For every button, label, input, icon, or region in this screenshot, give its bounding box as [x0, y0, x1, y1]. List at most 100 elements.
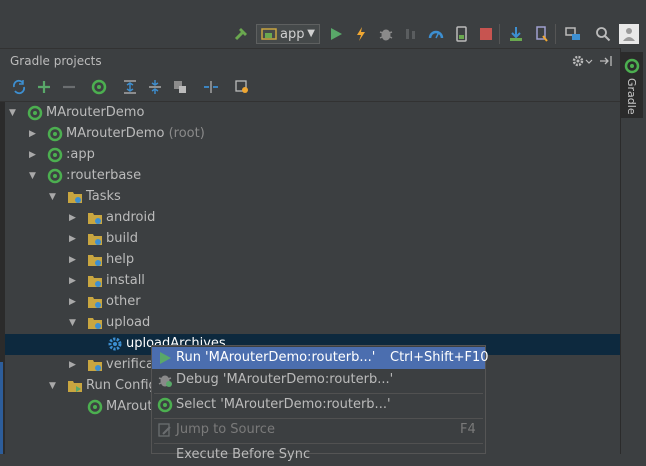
tree-row-project-root[interactable]: ▼ MArouterDemo — [5, 103, 620, 124]
execute-task-icon[interactable] — [90, 78, 108, 96]
tree-row-task-group[interactable]: ▶ help — [5, 250, 620, 271]
collapsed-arrow-icon[interactable]: ▶ — [69, 234, 79, 244]
run-icon — [157, 350, 173, 366]
gradle-module-icon — [47, 147, 63, 163]
gradle-run-icon — [87, 399, 103, 415]
tree-row-suffix: (root) — [168, 126, 205, 141]
gradle-tab-label: Gradle — [625, 78, 638, 115]
collapse-all-icon[interactable] — [146, 78, 164, 96]
collapsed-arrow-icon[interactable]: ▶ — [69, 276, 79, 286]
apply-changes-icon[interactable] — [352, 25, 370, 43]
task-folder-icon — [87, 357, 103, 373]
task-folder-icon — [87, 294, 103, 310]
context-menu: Run 'MArouterDemo:routerb...' Ctrl+Shift… — [151, 345, 489, 462]
menu-item-shortcut: Ctrl+Shift+F10 — [390, 350, 489, 365]
menu-item-select[interactable]: Select 'MArouterDemo:routerb...' — [152, 394, 485, 416]
tree-row-label: build — [106, 231, 138, 246]
tree-row-label: MArouterDemo — [66, 126, 165, 141]
menu-item-shortcut: F4 — [460, 422, 476, 437]
run-config-select[interactable]: app ▼ — [256, 24, 320, 44]
refresh-icon[interactable] — [10, 78, 28, 96]
user-icon[interactable] — [619, 24, 639, 44]
gradle-tool-tab[interactable]: Gradle — [621, 52, 643, 118]
tree-row-task-group[interactable]: ▶ install — [5, 271, 620, 292]
edit-source-icon — [157, 422, 173, 438]
run-config-icon — [261, 27, 277, 45]
task-folder-icon — [87, 231, 103, 247]
gradle-panel-toolbar — [0, 73, 620, 102]
expanded-arrow-icon[interactable]: ▼ — [29, 171, 39, 181]
gear-icon[interactable] — [571, 53, 593, 73]
tree-row-module[interactable]: ▶ :app — [5, 145, 620, 166]
gradle-module-icon — [27, 105, 43, 121]
menu-item-label: Run 'MArouterDemo:routerb...' — [176, 350, 376, 365]
tree-row-task-group[interactable]: ▶ android — [5, 208, 620, 229]
hammer-icon[interactable] — [233, 25, 251, 43]
device-icon[interactable] — [452, 25, 470, 43]
tree-row-label: Run Config — [86, 378, 157, 393]
menu-item-label: Debug 'MArouterDemo:routerb...' — [176, 372, 394, 387]
project-structure-icon[interactable] — [564, 25, 582, 43]
menu-item-debug[interactable]: Debug 'MArouterDemo:routerb...' — [152, 369, 485, 391]
stop-icon[interactable] — [477, 25, 495, 43]
sdk-manager-icon[interactable] — [507, 25, 525, 43]
toolbar-separator — [499, 24, 500, 44]
tree-row-label: :app — [66, 147, 95, 162]
task-gear-icon — [107, 336, 123, 352]
tree-row-label: install — [106, 273, 145, 288]
add-icon[interactable] — [35, 78, 53, 96]
menu-item-run[interactable]: Run 'MArouterDemo:routerb...' Ctrl+Shift… — [152, 347, 489, 369]
tree-row-module[interactable]: ▶ MArouterDemo (root) — [5, 124, 620, 145]
main-toolbar: app ▼ — [0, 0, 646, 46]
tree-row-label: Tasks — [86, 189, 121, 204]
gradle-icon — [624, 58, 640, 78]
tree-row-label: other — [106, 294, 141, 309]
tree-row-text: MArouterDemo (root) — [66, 126, 205, 141]
toggle-icon[interactable] — [202, 78, 220, 96]
attach-debugger-icon[interactable] — [402, 25, 420, 43]
run-config-label: app — [280, 26, 305, 42]
collapsed-arrow-icon[interactable]: ▶ — [69, 255, 79, 265]
expanded-arrow-icon[interactable]: ▼ — [49, 381, 59, 391]
profile-icon[interactable] — [427, 25, 445, 43]
collapsed-arrow-icon[interactable]: ▶ — [69, 297, 79, 307]
chevron-down-icon: ▼ — [307, 28, 315, 39]
collapsed-arrow-icon[interactable]: ▶ — [69, 360, 79, 370]
expanded-arrow-icon[interactable]: ▼ — [49, 192, 59, 202]
remove-icon[interactable] — [60, 78, 78, 96]
gradle-icon — [157, 397, 173, 413]
collapsed-arrow-icon[interactable]: ▶ — [29, 129, 39, 139]
menu-item-label: Select 'MArouterDemo:routerb...' — [176, 397, 391, 412]
settings-icon[interactable] — [233, 78, 251, 96]
run-icon[interactable] — [327, 25, 345, 43]
search-icon[interactable] — [594, 25, 612, 43]
task-folder-icon — [87, 315, 103, 331]
menu-item-jump-to-source[interactable]: Jump to Source F4 — [152, 419, 485, 441]
menu-item-execute-before-sync[interactable]: Execute Before Sync — [152, 444, 485, 466]
tree-row-label: upload — [106, 315, 151, 330]
hide-panel-icon[interactable] — [598, 53, 614, 73]
tree-row-task-group[interactable]: ▶ build — [5, 229, 620, 250]
tree-row-task-group[interactable]: ▶ other — [5, 292, 620, 313]
tree-row-label: :routerbase — [66, 168, 142, 183]
task-folder-icon — [87, 252, 103, 268]
expanded-arrow-icon[interactable]: ▼ — [9, 108, 19, 118]
avd-manager-icon[interactable] — [532, 25, 550, 43]
left-edge-accent — [0, 362, 3, 454]
tree-row-label: MArout — [106, 399, 153, 414]
collapsed-arrow-icon[interactable]: ▶ — [69, 213, 79, 223]
tree-row-task-group[interactable]: ▼ upload — [5, 313, 620, 334]
tree-row-tasks[interactable]: ▼ Tasks — [5, 187, 620, 208]
collapsed-arrow-icon[interactable]: ▶ — [29, 150, 39, 160]
offline-mode-icon[interactable] — [171, 78, 189, 96]
run-config-folder-icon — [67, 378, 83, 394]
tree-row-label: MArouterDemo — [46, 105, 145, 120]
debug-icon[interactable] — [377, 25, 395, 43]
panel-title: Gradle projects — [10, 54, 102, 68]
expanded-arrow-icon[interactable]: ▼ — [69, 318, 79, 328]
expand-all-icon[interactable] — [121, 78, 139, 96]
gradle-panel-header: Gradle projects — [0, 48, 620, 73]
task-folder-icon — [67, 189, 83, 205]
tree-row-module[interactable]: ▼ :routerbase — [5, 166, 620, 187]
gradle-module-icon — [47, 168, 63, 184]
